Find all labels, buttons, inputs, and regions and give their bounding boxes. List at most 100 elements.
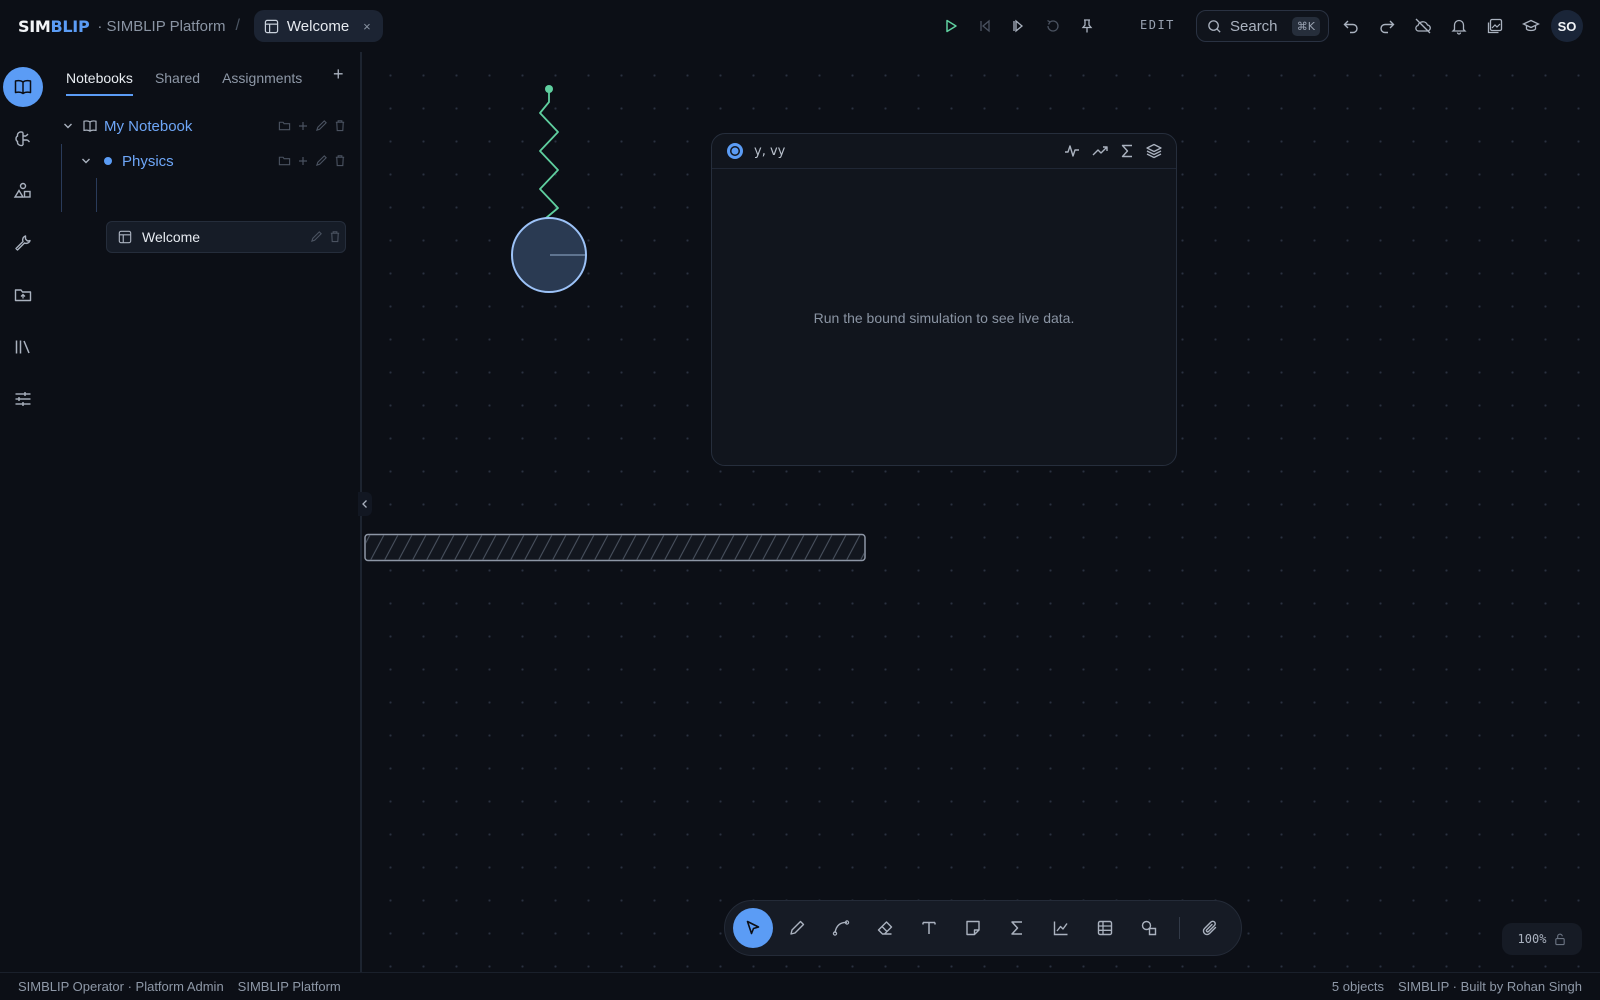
sigma-icon	[1008, 919, 1026, 937]
graph-title: y, vy	[754, 143, 786, 159]
undo-icon[interactable]	[1340, 14, 1362, 38]
wrench-icon	[13, 233, 33, 253]
status-right: 5 objects SIMBLIP · Built by Rohan Singh	[1332, 979, 1582, 994]
shapes-icon	[13, 181, 33, 201]
pen-tool[interactable]	[777, 908, 817, 948]
cursor-icon	[744, 919, 762, 937]
book-open-icon	[13, 77, 33, 97]
trend-icon[interactable]	[1092, 143, 1108, 159]
lock-open-icon[interactable]	[1554, 933, 1566, 946]
pin-icon[interactable]	[1076, 14, 1098, 38]
rail-shapes[interactable]	[3, 171, 43, 211]
formula-tool[interactable]	[997, 908, 1037, 948]
redo-icon[interactable]	[1376, 14, 1398, 38]
zoom-control[interactable]: 100%	[1502, 923, 1582, 955]
trash-icon[interactable]	[329, 230, 341, 243]
cloud-off-icon[interactable]	[1412, 14, 1434, 38]
edit-icon[interactable]	[315, 119, 328, 132]
book-open-icon	[82, 118, 98, 134]
gallery-icon[interactable]	[1484, 14, 1506, 38]
add-icon[interactable]	[297, 120, 309, 132]
tree-guide-line	[61, 144, 62, 212]
avatar[interactable]: SO	[1551, 10, 1583, 42]
app-logo[interactable]: SIMBLIP	[18, 16, 90, 36]
tab-close-icon[interactable]: ×	[363, 19, 371, 34]
graph-empty-message: Run the bound simulation to see live dat…	[813, 309, 1075, 326]
spring-coil	[539, 89, 559, 236]
play-icon[interactable]	[940, 14, 962, 38]
tab-shared[interactable]: Shared	[155, 70, 200, 96]
logo-text-white: SIM	[18, 16, 51, 36]
trash-icon[interactable]	[334, 154, 346, 167]
rail-settings[interactable]	[3, 379, 43, 419]
sigma-icon[interactable]	[1120, 143, 1134, 159]
graph-card[interactable]: y, vy Run the bound simulation to see li…	[711, 133, 1177, 466]
ground-platform[interactable]	[364, 533, 868, 563]
tab-notebooks[interactable]: Notebooks	[66, 70, 133, 96]
eraser-icon	[876, 919, 894, 937]
rail-notebooks[interactable]	[3, 67, 43, 107]
mode-label[interactable]: EDIT	[1140, 18, 1175, 32]
platform-name: · SIMBLIP Platform	[97, 17, 226, 35]
page-label: Welcome	[142, 229, 201, 245]
status-left: SIMBLIP Operator · Platform Admin SIMBLI…	[18, 979, 341, 994]
drawing-toolbar	[724, 900, 1242, 956]
curve-tool[interactable]	[821, 908, 861, 948]
top-bar: SIMBLIP · SIMBLIP Platform / Welcome × E…	[0, 0, 1600, 52]
curve-icon	[832, 919, 850, 937]
rail-files[interactable]	[3, 275, 43, 315]
tab-assignments[interactable]: Assignments	[222, 70, 302, 96]
trash-icon[interactable]	[334, 119, 346, 132]
step-back-icon[interactable]	[974, 14, 996, 38]
add-notebook-button[interactable]: +	[333, 64, 344, 85]
reset-icon[interactable]	[1042, 14, 1064, 38]
spring-mass-object[interactable]	[500, 80, 600, 300]
add-icon[interactable]	[297, 155, 309, 167]
graph-tool[interactable]	[1041, 908, 1081, 948]
tab-welcome[interactable]: Welcome ×	[253, 10, 383, 42]
step-forward-icon[interactable]	[1008, 14, 1030, 38]
search-button[interactable]: Search ⌘K	[1196, 10, 1329, 42]
text-tool[interactable]	[909, 908, 949, 948]
status-bar: SIMBLIP Operator · Platform Admin SIMBLI…	[0, 972, 1600, 1000]
brand: SIMBLIP · SIMBLIP Platform / Welcome ×	[18, 0, 383, 52]
rail-ai[interactable]	[3, 119, 43, 159]
chevron-down-icon[interactable]	[62, 120, 74, 132]
page-row-actions	[310, 230, 341, 243]
eraser-tool[interactable]	[865, 908, 905, 948]
tree-item-my-notebook[interactable]: My Notebook	[62, 110, 192, 142]
left-rail	[0, 52, 46, 972]
paperclip-icon	[1201, 919, 1219, 937]
header-actions	[1340, 14, 1542, 38]
chevron-down-icon[interactable]	[80, 155, 92, 167]
select-tool[interactable]	[733, 908, 773, 948]
page-icon	[264, 19, 279, 34]
library-icon	[13, 337, 33, 357]
attach-tool[interactable]	[1190, 908, 1230, 948]
logo-text-blue: BLIP	[50, 16, 90, 36]
bell-icon[interactable]	[1448, 14, 1470, 38]
edit-icon[interactable]	[315, 154, 328, 167]
layers-icon[interactable]	[1146, 143, 1162, 159]
rail-library[interactable]	[3, 327, 43, 367]
table-tool[interactable]	[1085, 908, 1125, 948]
record-icon[interactable]	[726, 142, 744, 160]
rail-tools[interactable]	[3, 223, 43, 263]
graduation-cap-icon[interactable]	[1520, 14, 1542, 38]
table-icon	[1096, 919, 1114, 937]
search-label: Search	[1230, 17, 1278, 35]
status-user: SIMBLIP Operator · Platform Admin	[18, 979, 224, 994]
notebook-row-actions	[278, 119, 346, 132]
sticky-note-icon	[964, 919, 982, 937]
simulation-controls	[940, 14, 1098, 38]
shapes-tool[interactable]	[1129, 908, 1169, 948]
tree-item-physics[interactable]: Physics	[80, 145, 174, 177]
signal-icon[interactable]	[1064, 143, 1080, 159]
new-folder-icon[interactable]	[278, 119, 291, 132]
edit-icon[interactable]	[310, 230, 323, 243]
tree-item-welcome[interactable]: Welcome	[118, 221, 200, 253]
note-tool[interactable]	[953, 908, 993, 948]
folder-upload-icon	[13, 285, 33, 305]
new-folder-icon[interactable]	[278, 154, 291, 167]
search-icon	[1207, 19, 1222, 34]
